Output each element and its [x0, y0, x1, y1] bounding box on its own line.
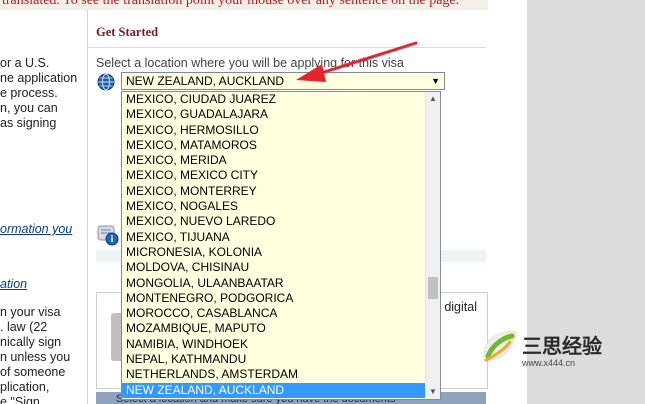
leaf-logo-icon — [483, 331, 517, 362]
chevron-down-icon[interactable]: ▼ — [431, 73, 440, 89]
location-prompt: Select a location where you will be appl… — [96, 56, 404, 70]
location-option[interactable]: MEXICO, NUEVO LAREDO — [122, 214, 425, 229]
location-option[interactable]: MONTENEGRO, PODGORICA — [122, 291, 425, 306]
location-option[interactable]: MOZAMBIQUE, MAPUTO — [122, 321, 425, 336]
left-text-line: or a U.S. — [0, 56, 50, 70]
dropdown-scrollbar[interactable]: ▲ ▼ — [425, 92, 440, 399]
left-text-line: n your visa — [0, 305, 61, 319]
location-select-value: NEW ZEALAND, AUCKLAND — [126, 74, 285, 88]
left-text-line: ne application — [0, 71, 78, 85]
location-options: MEXICO, CIUDAD JUAREZ MEXICO, GUADALAJARA… — [122, 92, 425, 398]
banner-text: translated. To see the translation point… — [2, 0, 460, 8]
location-option[interactable]: MEXICO, MEXICO CITY — [122, 168, 425, 183]
location-option[interactable]: NEW ZEALAND, AUCKLAND — [122, 382, 425, 398]
location-option[interactable]: MICRONESIA, KOLONIA — [122, 245, 425, 260]
location-option[interactable]: MEXICO, MERIDA — [122, 153, 425, 168]
divider — [88, 47, 486, 48]
left-text-line: as signing — [0, 116, 57, 130]
location-option[interactable]: MEXICO, MATAMOROS — [122, 138, 425, 153]
location-option[interactable]: MONGOLIA, ULAANBAATAR — [122, 276, 425, 291]
location-dropdown-list[interactable]: MEXICO, CIUDAD JUAREZ MEXICO, GUADALAJARA… — [121, 91, 441, 400]
location-option[interactable]: MEXICO, MONTERREY — [122, 184, 425, 199]
location-option[interactable]: NAMIBIA, WINDHOEK — [122, 337, 425, 352]
left-text-line: n, you can — [0, 101, 58, 115]
globe-icon — [97, 73, 115, 91]
location-option[interactable]: NETHERLANDS, AMSTERDAM — [122, 367, 425, 382]
info-link[interactable]: ormation you — [0, 222, 72, 236]
left-column: or a U.S. ne application e process. n, y… — [0, 10, 88, 404]
location-select[interactable]: NEW ZEALAND, AUCKLAND ▼ — [121, 72, 445, 90]
section-title: Get Started — [96, 25, 159, 39]
watermark-brand: 三思经验 — [522, 336, 602, 358]
location-option[interactable]: MEXICO, CIUDAD JUAREZ — [122, 92, 425, 107]
location-option[interactable]: MEXICO, TIJUANA — [122, 230, 425, 245]
location-option[interactable]: MEXICO, NOGALES — [122, 199, 425, 214]
location-option[interactable]: MOLDOVA, CHISINAU — [122, 260, 425, 275]
location-option[interactable]: MOROCCO, CASABLANCA — [122, 306, 425, 321]
left-text-line: n unless you — [0, 350, 71, 364]
location-option[interactable]: MEXICO, GUADALAJARA — [122, 107, 425, 122]
left-text-line: e "Sign — [0, 395, 40, 404]
scroll-up-icon[interactable]: ▲ — [426, 92, 440, 106]
panel-text: digital — [444, 300, 477, 314]
watermark-logo: 三思经验 www.x444.cn — [478, 322, 628, 380]
location-option[interactable]: MEXICO, HERMOSILLO — [122, 123, 425, 138]
left-text-line: plication, — [0, 380, 50, 394]
scroll-thumb[interactable] — [428, 277, 438, 299]
scroll-down-icon[interactable]: ▼ — [426, 385, 440, 399]
left-text-line: . law (22 — [0, 320, 48, 334]
left-text-line: nically sign — [0, 335, 62, 349]
location-option[interactable]: NEPAL, KATHMANDU — [122, 352, 425, 367]
translation-banner: translated. To see the translation point… — [0, 0, 488, 10]
left-text-line: e process. — [0, 86, 58, 100]
application-link[interactable]: ation — [0, 277, 27, 291]
watermark-url: www.x444.cn — [522, 358, 576, 368]
info-icon — [97, 225, 119, 246]
left-text-line: of someone — [0, 365, 66, 379]
